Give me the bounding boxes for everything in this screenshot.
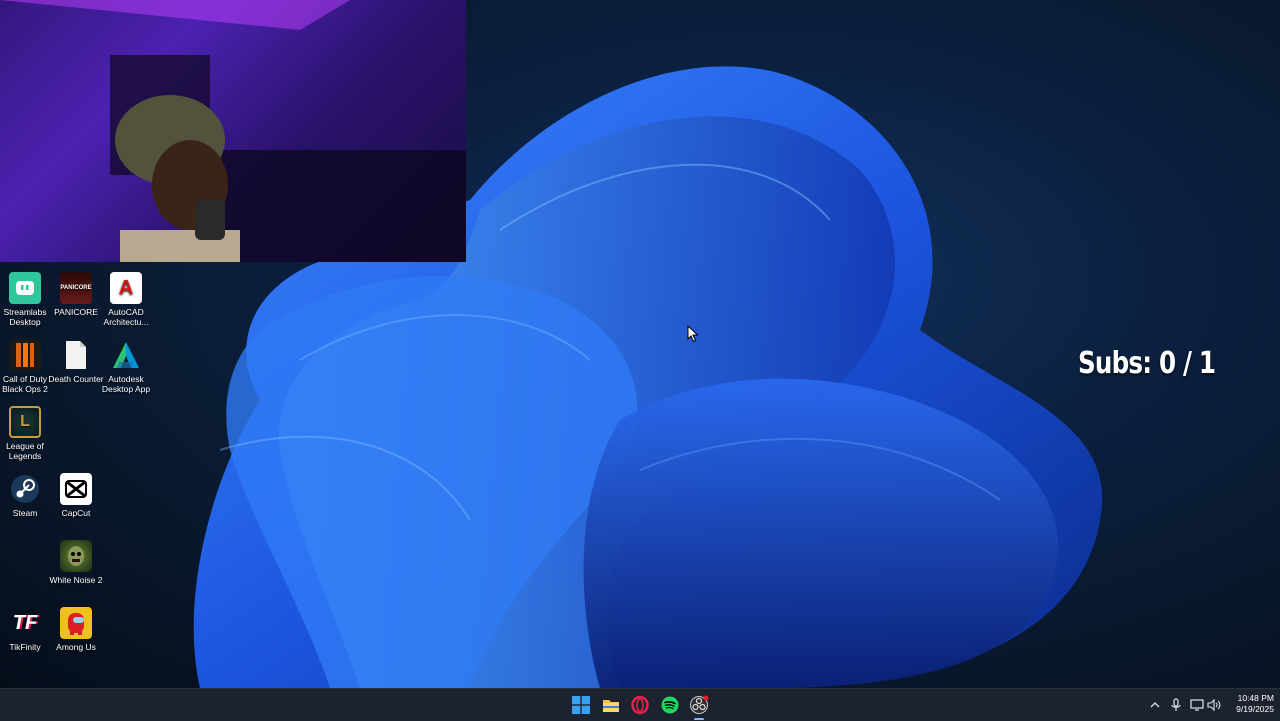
text-file-icon (60, 339, 92, 371)
tikfinity-icon: TF (12, 612, 38, 634)
desktop-icon-label: Streamlabs Desktop (3, 307, 47, 327)
streamlabs-icon (9, 272, 41, 304)
subs-counter-overlay: Subs: 0 / 1 (1078, 346, 1216, 381)
taskbar-start-button[interactable] (569, 693, 593, 717)
desktop-icon-label: TikFinity (9, 642, 41, 652)
desktop-icon-label: White Noise 2 (49, 575, 103, 585)
desktop-icon-streamlabs[interactable]: Streamlabs Desktop (0, 272, 54, 327)
folder-icon (603, 700, 619, 712)
among-us-icon (60, 607, 92, 639)
network-icon[interactable] (1189, 697, 1205, 713)
volume-icon[interactable] (1206, 697, 1222, 713)
call-of-duty-icon (9, 339, 41, 371)
tray-overflow-chevron-icon[interactable] (1147, 697, 1163, 713)
microphone-icon[interactable] (1168, 697, 1184, 713)
windows-start-icon (572, 696, 590, 714)
panicore-icon: PANICORE (60, 272, 92, 304)
desktop-icon-label: League of Legends (6, 441, 44, 461)
taskbar-opera-button[interactable] (628, 693, 652, 717)
desktop-icon-capcut[interactable]: CapCut (47, 473, 105, 518)
clock-date: 9/19/2025 (1236, 704, 1274, 714)
white-noise-icon (60, 540, 92, 572)
desktop-icon-call-of-duty[interactable]: Call of Duty Black Ops 2 (0, 339, 54, 394)
desktop-icon-white-noise-2[interactable]: White Noise 2 (47, 540, 105, 585)
webcam-overlay (0, 0, 466, 262)
desktop-icon-label: Call of Duty Black Ops 2 (2, 374, 48, 394)
desktop-icon-autocad[interactable]: A AutoCAD Architectu... (97, 272, 155, 327)
capcut-icon (60, 473, 92, 505)
spotify-icon (661, 696, 679, 714)
desktop[interactable]: Streamlabs Desktop PANICORE PANICORE A A… (0, 0, 1280, 688)
mouse-cursor-icon (687, 325, 699, 343)
desktop-icon-autodesk[interactable]: Autodesk Desktop App (97, 339, 155, 394)
league-of-legends-icon: L (9, 406, 41, 438)
obs-icon (690, 695, 709, 714)
autodesk-icon (110, 339, 142, 371)
desktop-icon-league-of-legends[interactable]: L League of Legends (0, 406, 54, 461)
taskbar-file-explorer-button[interactable] (599, 693, 623, 717)
taskbar-clock[interactable]: 10:48 PM 9/19/2025 (1224, 693, 1274, 715)
desktop-icon-among-us[interactable]: Among Us (47, 607, 105, 652)
steam-icon (9, 473, 41, 505)
taskbar-spotify-button[interactable] (658, 693, 682, 717)
desktop-icon-steam[interactable]: Steam (0, 473, 54, 518)
desktop-icon-tikfinity[interactable]: TF TikFinity (0, 607, 54, 652)
desktop-icon-label: Autodesk Desktop App (101, 374, 151, 394)
desktop-icon-label: AutoCAD Architectu... (103, 307, 149, 327)
taskbar-obs-button[interactable] (687, 693, 711, 717)
desktop-icon-label: Steam (12, 508, 38, 518)
autocad-icon: A (110, 272, 142, 304)
taskbar: 10:48 PM 9/19/2025 (0, 688, 1280, 721)
desktop-icon-label: CapCut (61, 508, 91, 518)
opera-icon (631, 696, 649, 714)
desktop-icon-label: Among Us (56, 642, 96, 652)
clock-time: 10:48 PM (1237, 693, 1274, 703)
